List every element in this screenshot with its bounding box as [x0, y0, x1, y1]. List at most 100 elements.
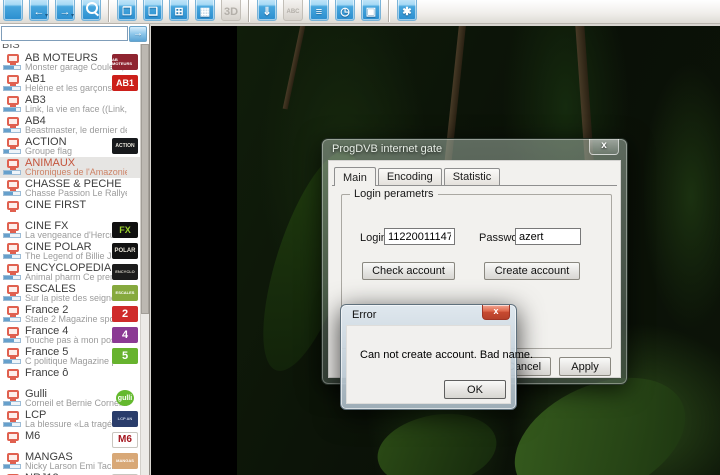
channel-row[interactable]: France 5 C politique Magazine poli... 5: [0, 346, 141, 367]
settings-icon: ✱: [398, 6, 416, 18]
search-button[interactable]: [81, 0, 101, 21]
toolbar-separator: [388, 0, 390, 22]
channel-row[interactable]: France 2 Stade 2 Magazine sportif. 2: [0, 304, 141, 325]
error-dialog: Error x Can not create account. Bad name…: [340, 304, 517, 410]
channel-row[interactable]: Gulli Corneil et Bernie Corneil... gulli: [0, 388, 141, 409]
tab-main[interactable]: Main: [334, 167, 376, 186]
scrollbar-thumb[interactable]: [141, 44, 149, 314]
tv-icon: [7, 243, 19, 252]
record-icon: ⇓: [258, 6, 276, 18]
channel-progress: [3, 401, 21, 406]
channel-logo-icon: AB1: [112, 75, 138, 91]
tv-icon: [7, 96, 19, 105]
channel-now-playing: Chroniques de l'Amazonie sauva...: [25, 167, 127, 177]
channel-logo-icon: FX: [112, 222, 138, 238]
tv-icon: [7, 285, 19, 294]
channel-now-playing: Groupe flag: [25, 146, 72, 156]
clipped-channel-row[interactable]: BIS: [0, 44, 141, 52]
subtitles-button[interactable]: ABC: [283, 0, 303, 21]
channel-row[interactable]: CINE FX La vengeance d'Hercule I... FX: [0, 220, 141, 241]
channel-name: CINE FIRST: [25, 199, 86, 211]
back-button[interactable]: ←▾: [29, 0, 49, 21]
channel-row[interactable]: ENCYCLOPEDIA Animal pharm Ce premie... E…: [0, 262, 141, 283]
channel-progress: [3, 338, 21, 343]
channel-logo-icon: 5: [112, 348, 138, 364]
channel-logo-icon: 4: [112, 327, 138, 343]
channel-row[interactable]: ESCALES Sur la piste des seigneur... ESC…: [0, 283, 141, 304]
close-icon[interactable]: x: [482, 305, 510, 320]
channel-name: France ô: [25, 367, 68, 379]
tile-view-icon: ⊞: [170, 6, 188, 18]
forward-button[interactable]: →▾: [55, 0, 75, 21]
channel-progress: [3, 254, 21, 259]
teletext-button[interactable]: ▣: [361, 0, 381, 21]
tv-icon: [7, 432, 19, 441]
channel-row[interactable]: AB1 Helène et les garçons To... AB1: [0, 73, 141, 94]
clipped-edge-button[interactable]: [3, 0, 23, 21]
channel-progress: [3, 296, 21, 301]
tab-statistic[interactable]: Statistic: [444, 168, 501, 185]
window-corner-icon: ❏: [144, 6, 162, 18]
tv-icon: [7, 222, 19, 231]
channel-row[interactable]: France ô: [0, 367, 141, 388]
toolbar-separator: [108, 0, 110, 22]
sidebar-scrollbar[interactable]: [140, 44, 149, 475]
channel-row[interactable]: M6 M6: [0, 430, 141, 451]
tv-icon: [7, 369, 19, 378]
channel-row[interactable]: AB3 Link, la vie en face ((Link, la vie …: [0, 94, 141, 115]
close-icon[interactable]: x: [589, 139, 619, 155]
toolbar-separator: [248, 0, 250, 22]
channel-progress: [3, 317, 21, 322]
tv-icon: [7, 54, 19, 63]
create-account-button[interactable]: Create account: [484, 262, 580, 280]
tv-icon: [7, 117, 19, 126]
group-title: Login perametrs: [350, 188, 438, 200]
grid-view-button[interactable]: ▦: [195, 0, 215, 21]
channel-progress: [3, 422, 21, 427]
password-field[interactable]: [515, 228, 581, 245]
channel-row[interactable]: CHASSE & PECHE Chasse Passion Le Rallye …: [0, 178, 141, 199]
channel-list-icon: ≡: [310, 6, 328, 18]
channel-row[interactable]: AB4 Beastmaster, le dernier des su Al...: [0, 115, 141, 136]
3d-button[interactable]: 3D: [221, 0, 241, 21]
channel-progress: [3, 191, 21, 196]
login-field[interactable]: [384, 228, 455, 245]
channel-row[interactable]: CINE FIRST: [0, 199, 141, 220]
channel-progress: [3, 65, 21, 70]
search-go-button[interactable]: →: [129, 26, 147, 42]
channel-row[interactable]: AB MOTEURS Monster garage Couleur,... AB…: [0, 52, 141, 73]
check-account-button[interactable]: Check account: [362, 262, 455, 280]
tab-encoding[interactable]: Encoding: [378, 168, 442, 185]
ok-button[interactable]: OK: [444, 380, 506, 399]
channel-row[interactable]: France 4 Touche pas à mon poste... 4: [0, 325, 141, 346]
channel-now-playing: Corneil et Bernie Corneil...: [25, 398, 127, 408]
3d-icon: 3D: [222, 6, 240, 18]
channel-row[interactable]: ACTION Groupe flag ACTION: [0, 136, 141, 157]
channel-sidebar: → BIS AB MOTEURS Monster garage Couleur,…: [0, 24, 150, 475]
channel-row[interactable]: MANGAS Nicky Larson Emi Tachib... MANGAS: [0, 451, 141, 472]
window-mode-button[interactable]: ❐: [117, 0, 137, 21]
channel-progress: [3, 359, 21, 364]
channel-row[interactable]: ANIMAUX Chroniques de l'Amazonie sauva..…: [0, 157, 141, 178]
apply-button[interactable]: Apply: [559, 357, 611, 376]
channel-name: M6: [25, 430, 40, 442]
channel-progress: [3, 86, 21, 91]
schedule-button[interactable]: ◷: [335, 0, 355, 21]
grid-view-icon: ▦: [196, 6, 214, 18]
toolbar: ←▾ →▾ ❐ ❏ ⊞ ▦ 3D ⇓ ABC ≡ ◷ ▣ ✱: [0, 0, 720, 24]
channel-row[interactable]: CINE POLAR The Legend of Billie Jean... …: [0, 241, 141, 262]
channel-row[interactable]: LCP La blessure «La tragédie... LCP AN: [0, 409, 141, 430]
channel-logo-icon: M6: [112, 432, 138, 448]
tv-icon: [7, 348, 19, 357]
channel-search-input[interactable]: [1, 26, 128, 41]
login-label: Login: [360, 232, 387, 244]
channel-logo-icon: gulli: [116, 390, 134, 406]
channel-progress: [3, 233, 21, 238]
window-corner-button[interactable]: ❏: [143, 0, 163, 21]
error-dialog-title: Error: [352, 309, 376, 321]
record-button[interactable]: ⇓: [257, 0, 277, 21]
tv-icon: [7, 327, 19, 336]
channel-list-button[interactable]: ≡: [309, 0, 329, 21]
tile-view-button[interactable]: ⊞: [169, 0, 189, 21]
settings-button[interactable]: ✱: [397, 0, 417, 21]
